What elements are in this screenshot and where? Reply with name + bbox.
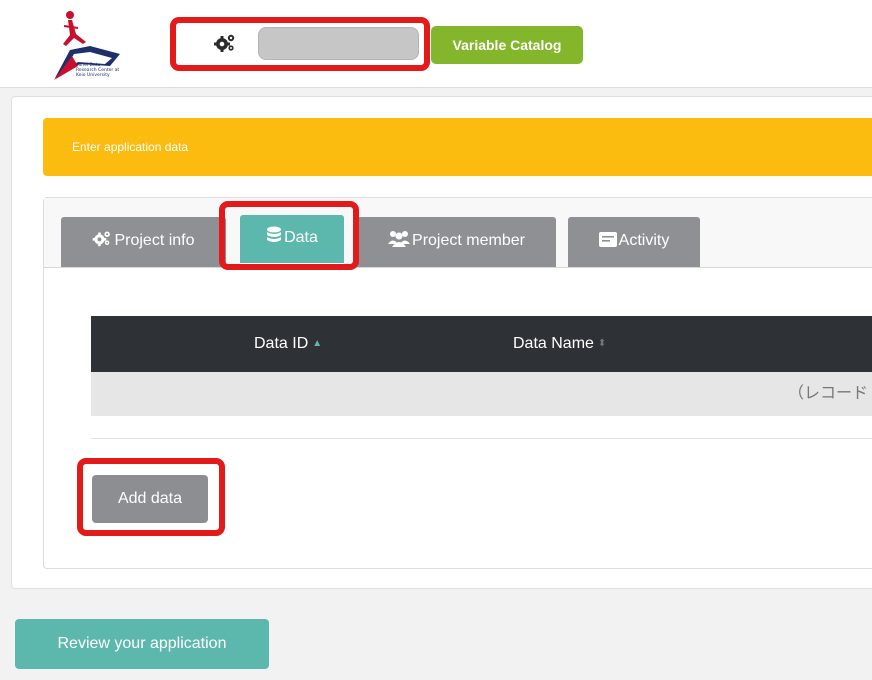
variable-catalog-button[interactable]: Variable Catalog	[431, 26, 583, 64]
tab-label: Project info	[114, 232, 195, 249]
tab-project-info[interactable]: Project info	[61, 217, 226, 267]
tab-data[interactable]: Data	[240, 215, 344, 263]
search-input[interactable]	[258, 27, 419, 60]
activity-icon	[598, 219, 617, 267]
top-navbar: Panel Data Research Center at Keio Unive…	[0, 0, 872, 88]
gears-icon[interactable]	[214, 33, 236, 53]
column-header-data-id[interactable]: Data ID ▲	[254, 316, 322, 372]
empty-table-message: （レコード	[788, 385, 869, 402]
logo[interactable]: Panel Data Research Center at Keio Unive…	[50, 8, 125, 84]
tab-label: Data	[284, 229, 318, 246]
sort-ascending-icon: ▲	[312, 338, 323, 349]
tab-project-member[interactable]: Project member	[357, 217, 556, 267]
table-header: Data ID ▲ Data Name ⬍	[91, 316, 872, 372]
gears-icon	[92, 219, 112, 267]
tab-activity[interactable]: Activity	[568, 217, 700, 267]
tab-label: Activity	[618, 232, 670, 249]
review-application-button[interactable]: Review your application	[15, 619, 269, 669]
sort-icon: ⬍	[597, 338, 607, 349]
table-divider	[91, 438, 872, 439]
users-icon	[388, 219, 411, 267]
add-data-button[interactable]: Add data	[92, 475, 208, 523]
alert-banner: Enter application data	[43, 118, 872, 176]
logo-text: Panel Data Research Center at Keio Unive…	[76, 63, 120, 78]
table-empty-row: （レコード	[91, 372, 872, 416]
database-icon	[266, 217, 282, 263]
column-header-data-name[interactable]: Data Name ⬍	[513, 316, 606, 372]
tab-label: Project member	[412, 232, 525, 249]
